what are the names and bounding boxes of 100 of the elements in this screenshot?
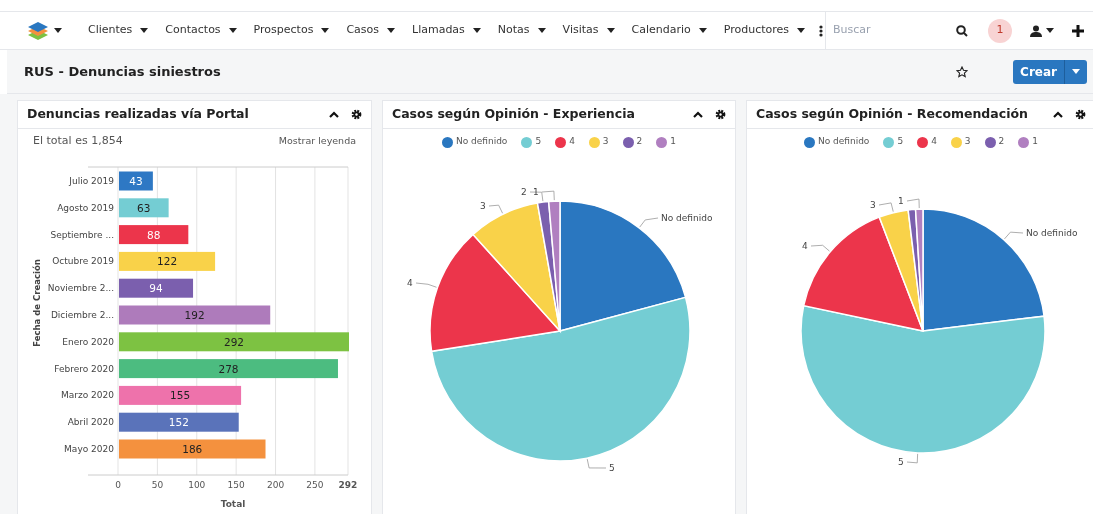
category-label: Febrero 2020: [54, 363, 114, 374]
create-button[interactable]: Crear: [1013, 59, 1065, 84]
slice-label: 4: [407, 278, 413, 288]
nav-menu-item[interactable]: Prospectos: [253, 22, 330, 39]
nav-menu-item[interactable]: Clientes: [88, 22, 149, 39]
more-vertical-icon[interactable]: [819, 24, 824, 37]
leader-line: [1004, 231, 1024, 240]
leader-line: [810, 244, 830, 252]
user-icon[interactable]: [1030, 24, 1042, 37]
leader-line: [906, 453, 919, 464]
category-label: Abril 2020: [67, 417, 114, 428]
collapse-chevron-icon[interactable]: [329, 111, 339, 118]
settings-icon[interactable]: [1075, 109, 1086, 120]
category-label: Julio 2019: [69, 176, 114, 186]
slice-label: 3: [870, 200, 876, 210]
notification-badge[interactable]: 1: [988, 18, 1012, 43]
slice-label: 1: [533, 187, 539, 197]
caret-icon: [537, 28, 546, 33]
axis-tick-label: 0: [115, 480, 121, 490]
legend-label[interactable]: 4: [569, 135, 575, 149]
legend-label[interactable]: 2: [636, 135, 643, 149]
settings-icon[interactable]: [715, 109, 726, 120]
bar-value-label: 278: [218, 362, 239, 375]
dashlet-title: Casos según Opinión - Recomendación: [756, 105, 1028, 124]
leader-line: [878, 202, 894, 213]
legend-label[interactable]: 1: [670, 135, 677, 149]
legend-label[interactable]: 5: [897, 135, 904, 149]
axis-tick-label: 100: [188, 480, 206, 490]
category-label: Agosto 2019: [57, 202, 114, 213]
dropdown-button[interactable]: [1065, 59, 1087, 84]
caret-icon: [797, 28, 806, 33]
leader-line: [488, 204, 503, 214]
slice-label: 3: [480, 201, 486, 211]
legend-label[interactable]: 4: [931, 135, 937, 149]
caret-icon[interactable]: [1046, 28, 1054, 33]
slice-label: 2: [521, 187, 527, 197]
star-icon[interactable]: [956, 65, 969, 78]
legend-label[interactable]: 3: [964, 135, 971, 149]
axis-title: Total: [220, 499, 246, 509]
dashlet-title: Casos según Opinión - Experiencia: [392, 105, 635, 124]
caret-icon[interactable]: [54, 28, 62, 33]
leader-line: [906, 198, 920, 209]
slice-label: No definido: [661, 213, 713, 223]
category-label: Enero 2020: [62, 336, 114, 347]
legend-label[interactable]: 3: [602, 135, 609, 149]
page-title: RUS - Denuncias siniestros: [24, 62, 221, 81]
bar-value-label: 155: [170, 389, 191, 402]
caret-icon: [228, 28, 237, 33]
bar-value-label: 63: [137, 201, 151, 214]
nav-menu-item[interactable]: Productores: [723, 22, 806, 39]
axis-tick-label: 150: [227, 480, 245, 490]
legend-label[interactable]: 1: [1032, 135, 1039, 149]
bar-value-label: 43: [129, 175, 143, 187]
bar-value-label: 152: [168, 416, 189, 429]
axis-title: Fecha de Creación: [32, 259, 42, 347]
caret-icon: [1072, 69, 1080, 74]
nav-menu-item[interactable]: Notas: [497, 22, 546, 39]
bar-value-label: 186: [182, 443, 203, 455]
plus-icon[interactable]: [1072, 24, 1084, 37]
leader-line: [415, 282, 437, 288]
collapse-chevron-icon[interactable]: [693, 111, 703, 118]
legend-label[interactable]: 5: [535, 135, 542, 149]
legend-label[interactable]: 2: [998, 135, 1005, 149]
axis-tick-label: 50: [151, 480, 164, 490]
bar-value-label: 122: [157, 255, 178, 268]
caret-icon: [698, 28, 707, 33]
nav-menu-item[interactable]: Calendario: [631, 22, 707, 39]
layers-logo-icon[interactable]: [26, 19, 50, 42]
caret-icon: [387, 28, 395, 33]
category-label: Octubre 2019: [52, 256, 114, 267]
category-label: Marzo 2020: [61, 390, 114, 401]
collapse-chevron-icon[interactable]: [1053, 111, 1063, 118]
nav-menu-item[interactable]: Visitas: [562, 22, 615, 39]
category-label: Septiembre ...: [50, 229, 114, 240]
caret-icon: [140, 28, 149, 33]
nav-menu-item[interactable]: Contactos: [165, 22, 237, 39]
slice-label: 4: [802, 241, 808, 251]
category-label: Diciembre 2...: [50, 310, 114, 320]
legend-label[interactable]: No definido: [455, 135, 508, 149]
slice-label: 5: [609, 463, 615, 473]
settings-icon[interactable]: [351, 109, 362, 120]
caret-icon: [321, 28, 330, 33]
slice-label: 1: [898, 196, 904, 206]
axis-tick-label: 250: [306, 480, 324, 490]
dashlet-title: Denuncias realizadas vía Portal: [27, 105, 249, 124]
category-label: Noviembre 2...: [47, 283, 114, 294]
caret-icon: [472, 28, 481, 33]
search-icon[interactable]: [956, 24, 968, 37]
slice-label: 5: [898, 457, 904, 467]
bar-value-label: 192: [184, 309, 205, 321]
bar-value-label: 88: [146, 228, 161, 241]
leader-line: [586, 458, 607, 469]
total-text: El total es 1,854: [33, 132, 123, 149]
leader-line: [541, 190, 555, 201]
show-legend-link[interactable]: Mostrar leyenda: [278, 133, 356, 149]
legend-label[interactable]: No definido: [817, 135, 870, 149]
search-field[interactable]: Buscar: [833, 22, 948, 39]
nav-menu-item[interactable]: Llamadas: [412, 22, 481, 39]
axis-tick-label: 200: [266, 480, 285, 490]
nav-menu-item[interactable]: Casos: [346, 22, 395, 39]
